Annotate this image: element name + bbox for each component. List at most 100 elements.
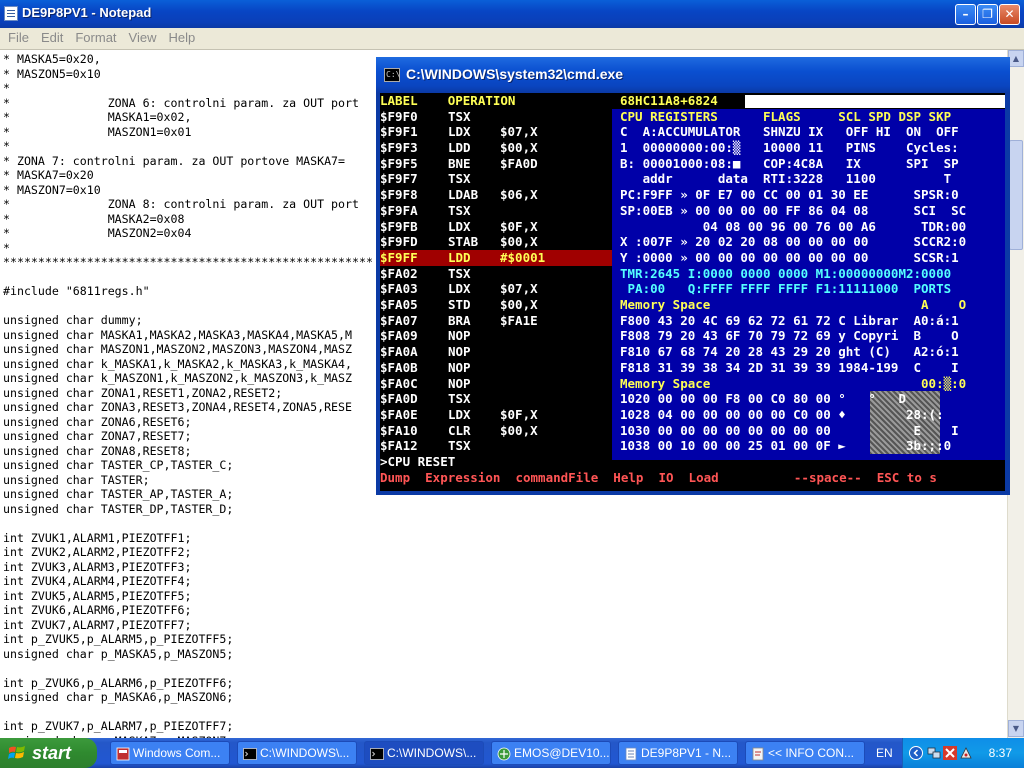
- cmd-console[interactable]: LABEL OPERATION 68HC11A8+6824 $F9F0 TSX $F…: [380, 93, 1005, 491]
- cpu-model-label: 68HC11A8+6824: [620, 93, 718, 108]
- cpu-line: 1038 00 10 00 00 25 01 00 0F ► 3b:;:0: [620, 438, 952, 454]
- minimize-icon: –: [962, 7, 969, 21]
- menu-view[interactable]: View: [123, 28, 163, 48]
- disasm-address: $FA0E: [380, 406, 418, 422]
- tray-arrow-icon[interactable]: [909, 746, 923, 760]
- network-icon[interactable]: [927, 746, 941, 760]
- disasm-address: $FA0A: [380, 344, 418, 360]
- disasm-address: $F9FA: [380, 202, 418, 218]
- notepad-line: int ZVUK1,ALARM1,PIEZOTFF1;: [3, 530, 192, 545]
- restore-button[interactable]: ❐: [977, 4, 998, 25]
- disasm-opcode: NOP: [448, 328, 471, 344]
- close-icon: ✕: [1004, 7, 1015, 21]
- start-button[interactable]: start: [0, 738, 97, 768]
- notepad-line: int p_ZVUK7,p_ALARM7,p_PIEZOTFF7;: [3, 719, 234, 733]
- system-tray: 8:37: [902, 738, 1024, 768]
- cpu-line: TMR:2645 I:0000 0000 0000 M1:00000000M2:…: [620, 265, 952, 281]
- cmd-titlebar[interactable]: C:\ C:\WINDOWS\system32\cmd.exe: [376, 57, 1010, 93]
- taskbar-button[interactable]: Windows Com...: [110, 741, 230, 765]
- arrow-up-icon: ▲: [1012, 54, 1020, 63]
- disasm-address: $FA0B: [380, 359, 418, 375]
- notepad-line: int ZVUK3,ALARM3,PIEZOTFF3;: [3, 559, 192, 574]
- disasm-operand: #$0001: [500, 249, 546, 265]
- disasm-address: $F9FB: [380, 218, 418, 234]
- document-icon: [751, 746, 765, 761]
- menu-format[interactable]: Format: [69, 28, 122, 48]
- taskbar-button[interactable]: C:\WINDOWS\...: [364, 741, 484, 765]
- taskbar-button[interactable]: C:\WINDOWS\...: [237, 741, 357, 765]
- command-line[interactable]: >CPU RESET: [380, 454, 455, 470]
- disasm-address: $FA0C: [380, 375, 418, 391]
- notepad-line: [3, 661, 1007, 676]
- disasm-operand: $00,X: [500, 297, 538, 313]
- disasm-opcode: STAB: [448, 234, 479, 250]
- menu-file[interactable]: File: [2, 28, 35, 48]
- menu-help[interactable]: Help: [162, 28, 201, 48]
- taskbar-button-label: DE9P8PV1 - N...: [641, 746, 732, 760]
- language-indicator[interactable]: EN: [876, 746, 893, 760]
- disasm-opcode: LDD: [448, 249, 471, 265]
- taskbar-button-label: EMOS@DEV10...: [514, 746, 610, 760]
- cpu-line: B: 00001000:08:■ COP:4C8A IX SPI SP: [620, 155, 959, 171]
- cpu-line: 1030 00 00 00 00 00 00 00 00 E I: [620, 422, 959, 438]
- minimize-button[interactable]: –: [955, 4, 976, 25]
- cmd-title: C:\WINDOWS\system32\cmd.exe: [406, 66, 624, 82]
- taskbar-button-label: Windows Com...: [133, 746, 221, 760]
- notepad-line: int ZVUK4,ALARM4,PIEZOTFF4;: [3, 574, 192, 588]
- disasm-opcode: TSX: [448, 108, 471, 124]
- taskbar: start Windows Com... C:\WINDOWS\... C:\WIN…: [0, 738, 1024, 768]
- disasm-opcode: LDX: [448, 406, 471, 422]
- disasm-operand: $FA0D: [500, 155, 538, 171]
- cpu-line: Memory Space A O: [620, 297, 967, 313]
- notepad-line: int p_ZVUK5,p_ALARM5,p_PIEZOTFF5;: [3, 632, 234, 646]
- notepad-title: DE9P8PV1 - Notepad: [22, 5, 152, 20]
- cpu-line: F800 43 20 4C 69 62 72 61 72 C Librar A0…: [620, 312, 959, 328]
- notepad-titlebar[interactable]: DE9P8PV1 - Notepad – ❐ ✕: [0, 0, 1024, 28]
- disasm-address: $F9F8: [380, 187, 418, 203]
- cpu-line: 1 00000000:00:▒ 10000 11 PINS Cycles:: [620, 140, 959, 156]
- disasm-opcode: NOP: [448, 344, 471, 360]
- taskbar-button[interactable]: EMOS@DEV10...: [491, 741, 611, 765]
- cpu-line: CPU REGISTERS FLAGS SCL SPD DSP SKP: [620, 108, 952, 124]
- disasm-operand: $00,X: [500, 422, 538, 438]
- cpu-line: PC:F9FF » 0F E7 00 CC 00 01 30 EE SPSR:0: [620, 187, 959, 203]
- cpu-line: Memory Space 00:▒:0: [620, 375, 967, 391]
- windows-logo-icon: [8, 746, 25, 759]
- scroll-down-button[interactable]: ▼: [1008, 720, 1024, 737]
- close-button[interactable]: ✕: [999, 4, 1020, 25]
- cpu-line: SP:00EB » 00 00 00 00 FF 86 04 08 SCI SC: [620, 202, 967, 218]
- notepad-line: unsigned char p_MASKA6,p_MASZON6;: [3, 690, 234, 704]
- disasm-address: $FA12: [380, 438, 418, 454]
- cpu-line: F810 67 68 74 20 28 43 29 20 ght (C) A2:…: [620, 344, 959, 360]
- disasm-address: $FA03: [380, 281, 418, 297]
- menu-edit[interactable]: Edit: [35, 28, 69, 48]
- cpu-line: PA:00 Q:FFFF FFFF FFFF F1:11111000 PORTS: [620, 281, 952, 297]
- antivirus-icon[interactable]: [959, 746, 973, 760]
- taskbar-button[interactable]: << INFO CON...: [745, 741, 865, 765]
- clock[interactable]: 8:37: [989, 746, 1012, 760]
- cpu-status-box: [745, 95, 1005, 108]
- start-label: start: [32, 743, 72, 763]
- taskbar-button[interactable]: DE9P8PV1 - N...: [618, 741, 738, 765]
- notepad-line: int ZVUK6,ALARM6,PIEZOTFF6;: [3, 603, 192, 617]
- security-alert-icon[interactable]: [943, 746, 957, 760]
- cpu-line: C A:ACCUMULATOR SHNZU IX OFF HI ON OFF: [620, 124, 959, 140]
- taskbar-button-label: << INFO CON...: [768, 746, 855, 760]
- notepad-menubar: File Edit Format View Help: [0, 28, 1024, 50]
- cpu-line: addr data RTI:3228 1100 T: [620, 171, 952, 187]
- taskbar-button-label: C:\WINDOWS\...: [260, 746, 350, 760]
- disasm-address: $FA02: [380, 265, 418, 281]
- scroll-thumb[interactable]: [1009, 140, 1023, 250]
- cmd-icon: [370, 746, 384, 760]
- disasm-operand: $00,X: [500, 234, 538, 250]
- cmd-window[interactable]: C:\ C:\WINDOWS\system32\cmd.exe LABEL OP…: [376, 57, 1010, 495]
- scroll-up-button[interactable]: ▲: [1008, 50, 1024, 67]
- notepad-line: int ZVUK7,ALARM7,PIEZOTFF7;: [3, 617, 192, 632]
- disasm-operand: $06,X: [500, 187, 538, 203]
- disasm-address: $FA10: [380, 422, 418, 438]
- disasm-opcode: LDX: [448, 281, 471, 297]
- disasm-header: LABEL OPERATION: [380, 93, 516, 108]
- notepad-line: unsigned char TASTER_DP,TASTER_D;: [3, 501, 234, 516]
- disasm-opcode: BRA: [448, 312, 471, 328]
- disasm-opcode: STD: [448, 297, 471, 313]
